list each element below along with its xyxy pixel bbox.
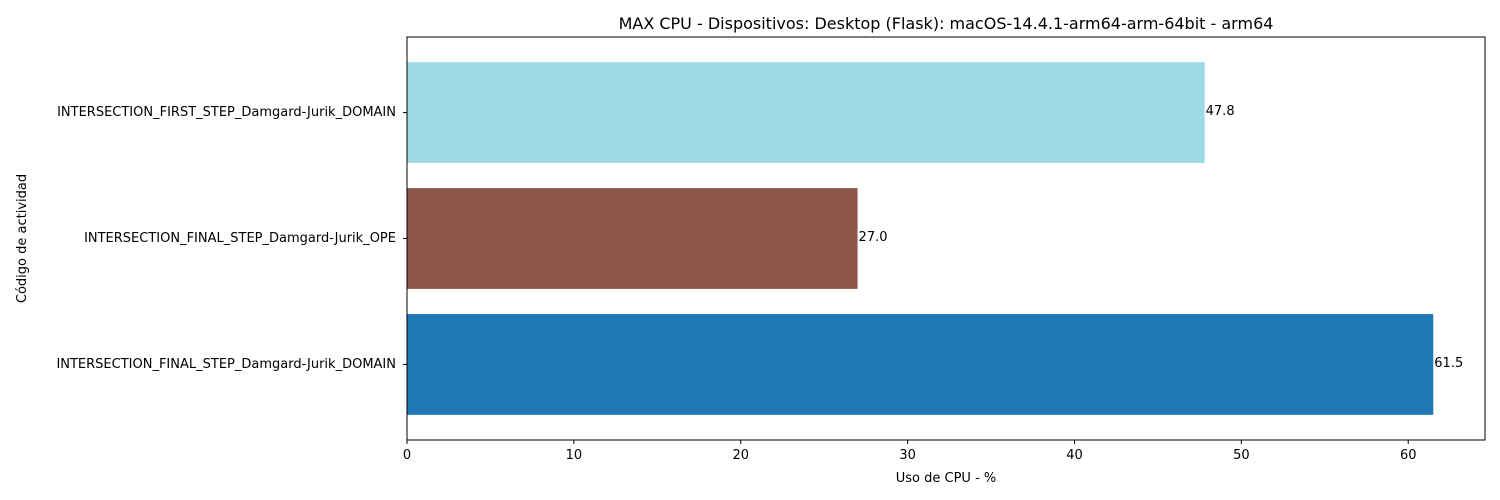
bar-chart: MAX CPU - Dispositivos: Desktop (Flask):… — [0, 0, 1500, 500]
category-label: INTERSECTION_FINAL_STEP_Damgard-Jurik_OP… — [84, 231, 396, 246]
data-label: 27.0 — [859, 230, 888, 245]
x-tick-label: 20 — [732, 448, 749, 463]
category-label: INTERSECTION_FIRST_STEP_Damgard-Jurik_DO… — [57, 105, 396, 120]
x-axis-label: Uso de CPU - % — [896, 471, 997, 486]
bar — [407, 314, 1434, 415]
bar — [407, 62, 1205, 163]
x-tick-label: 50 — [1233, 448, 1250, 463]
x-tick-label: 0 — [403, 448, 411, 463]
y-axis-label: Código de actividad — [15, 174, 30, 303]
plot-area: 61.5 INTERSECTION_FINAL_STEP_Damgard-Juri… — [56, 36, 1486, 463]
chart-title: MAX CPU - Dispositivos: Desktop (Flask):… — [619, 14, 1274, 33]
x-tick-label: 60 — [1400, 448, 1417, 463]
x-tick-label: 10 — [566, 448, 583, 463]
x-tick-label: 40 — [1066, 448, 1083, 463]
x-tick-label: 30 — [899, 448, 916, 463]
data-label: 47.8 — [1206, 104, 1235, 119]
category-label: INTERSECTION_FINAL_STEP_Damgard-Jurik_DO… — [56, 357, 396, 372]
bar — [407, 188, 858, 289]
data-label: 61.5 — [1434, 356, 1463, 371]
chart-svg: MAX CPU - Dispositivos: Desktop (Flask):… — [15, 14, 1486, 486]
